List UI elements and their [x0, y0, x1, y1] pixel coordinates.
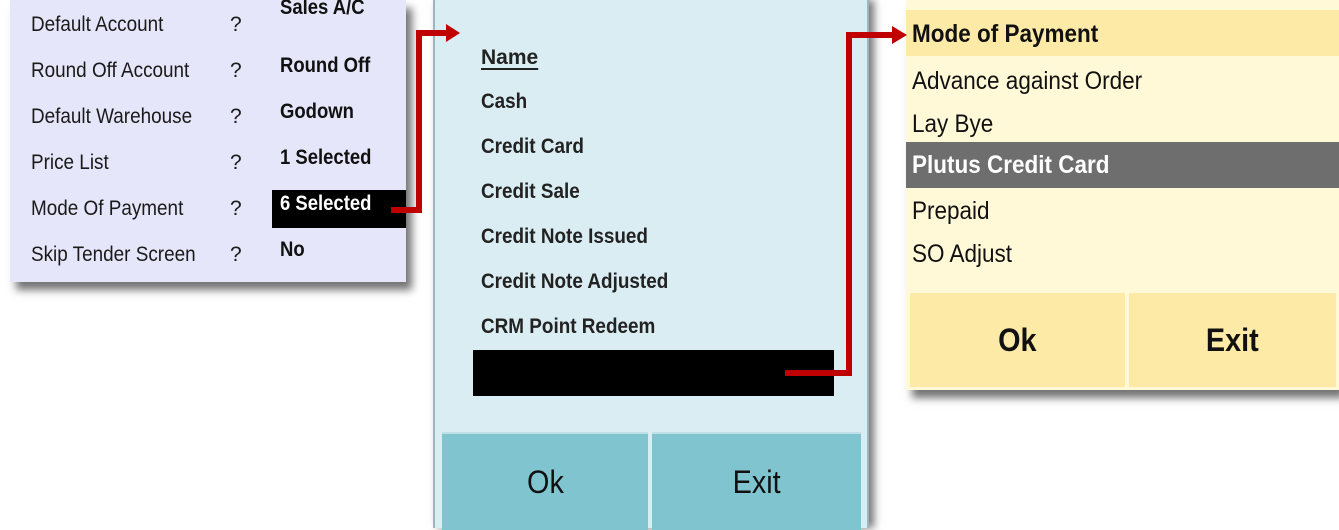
- setting-row-price-list[interactable]: Price List ? 1 Selected: [10, 138, 406, 182]
- list-item[interactable]: Advance against Order: [906, 58, 1339, 104]
- setting-value[interactable]: No: [272, 236, 406, 274]
- list-item[interactable]: Credit Note Issued: [481, 225, 648, 249]
- setting-label: Default Warehouse: [31, 105, 193, 128]
- list-item[interactable]: Credit Note Adjusted: [481, 270, 668, 294]
- mode-of-payment-panel: Mode of Payment Advance against Order La…: [906, 0, 1339, 390]
- settings-panel: Default Account ? Sales A/C Round Off Ac…: [10, 0, 406, 282]
- help-icon[interactable]: ?: [230, 59, 242, 83]
- setting-value[interactable]: 1 Selected: [272, 144, 406, 182]
- payment-name-panel: Name Cash Credit Card Credit Sale Credit…: [433, 0, 869, 530]
- setting-label: Mode Of Payment: [31, 197, 184, 220]
- setting-row-skip-tender-screen[interactable]: Skip Tender Screen ? No: [10, 230, 406, 274]
- mode-of-payment-header: Mode of Payment: [906, 10, 1339, 56]
- column-header-name: Name: [481, 46, 539, 69]
- ok-button[interactable]: Ok: [442, 432, 648, 530]
- setting-row-default-account[interactable]: Default Account ? Sales A/C: [10, 0, 406, 44]
- setting-value-selected[interactable]: 6 Selected: [272, 190, 406, 228]
- exit-button[interactable]: Exit: [1129, 293, 1336, 387]
- list-item[interactable]: Lay Bye: [906, 101, 1339, 147]
- setting-label: Skip Tender Screen: [31, 243, 196, 266]
- selected-list-item[interactable]: [473, 350, 834, 396]
- setting-label: Round Off Account: [31, 59, 190, 82]
- setting-row-round-off-account[interactable]: Round Off Account ? Round Off: [10, 46, 406, 90]
- help-icon[interactable]: ?: [230, 105, 242, 129]
- list-item-highlighted[interactable]: Plutus Credit Card: [906, 142, 1339, 188]
- list-item[interactable]: CRM Point Redeem: [481, 315, 655, 339]
- ok-button[interactable]: Ok: [910, 293, 1125, 387]
- setting-value[interactable]: Sales A/C: [272, 0, 406, 32]
- help-icon[interactable]: ?: [230, 13, 242, 37]
- list-item[interactable]: Cash: [481, 90, 527, 114]
- help-icon[interactable]: ?: [230, 197, 242, 221]
- setting-row-mode-of-payment[interactable]: Mode Of Payment ? 6 Selected: [10, 184, 406, 228]
- list-item[interactable]: Prepaid: [906, 188, 1339, 234]
- help-icon[interactable]: ?: [230, 243, 242, 267]
- setting-row-default-warehouse[interactable]: Default Warehouse ? Godown: [10, 92, 406, 136]
- setting-value[interactable]: Godown: [272, 98, 406, 136]
- list-item[interactable]: Credit Card: [481, 135, 584, 159]
- exit-button[interactable]: Exit: [652, 432, 861, 530]
- setting-value[interactable]: Round Off: [272, 52, 406, 90]
- help-icon[interactable]: ?: [230, 151, 242, 175]
- setting-label: Price List: [31, 151, 109, 174]
- list-item[interactable]: Credit Sale: [481, 180, 580, 204]
- list-item[interactable]: SO Adjust: [906, 231, 1339, 277]
- setting-label: Default Account: [31, 13, 164, 36]
